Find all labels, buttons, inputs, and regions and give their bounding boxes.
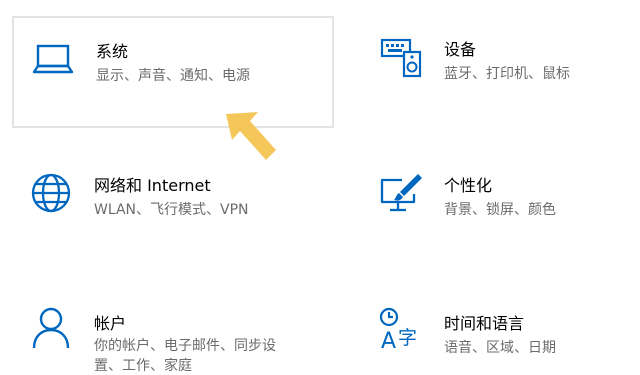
language-icon: A 字 [379,307,417,352]
tile-system[interactable]: 系统 显示、声音、通知、电源 [12,16,334,128]
svg-text:A: A [381,329,396,352]
tile-description: 语音、区域、日期 [444,340,556,356]
pointer-arrow-icon [226,112,276,160]
tile-title: 帐户 [94,314,127,333]
tile-description: 显示、声音、通知、电源 [96,68,250,84]
tile-title: 个性化 [444,176,493,195]
tile-description: 背景、锁屏、颜色 [444,202,556,218]
tile-title: 网络和 Internet [94,176,211,195]
globe-icon [31,173,71,213]
tile-devices[interactable]: 设备 蓝牙、打印机、鼠标 [362,16,632,128]
svg-text:字: 字 [398,327,417,349]
tile-accounts[interactable]: 帐户 你的帐户、电子邮件、同步设 置、工作、家庭 [12,290,334,375]
tile-description-line-1: 你的帐户、电子邮件、同步设 [94,338,276,354]
paint-brush-monitor-icon [380,174,422,212]
tile-description: 蓝牙、打印机、鼠标 [444,66,570,82]
tile-title: 设备 [444,40,477,59]
tile-title: 时间和语言 [444,314,525,333]
person-icon [32,307,70,349]
settings-home: 系统 显示、声音、通知、电源 设备 蓝牙、打印机、鼠标 网络和 Internet… [0,0,640,375]
tile-description-line-2: 置、工作、家庭 [94,358,192,374]
tile-description: WLAN、飞行模式、VPN [94,202,249,218]
laptop-icon [32,44,74,74]
tile-personalization[interactable]: 个性化 背景、锁屏、颜色 [362,152,632,248]
tile-network[interactable]: 网络和 Internet WLAN、飞行模式、VPN [12,152,334,248]
keyboard-speaker-icon [380,38,422,78]
tile-time-language[interactable]: A 字 时间和语言 语音、区域、日期 [362,290,632,375]
tile-title: 系统 [96,42,129,61]
